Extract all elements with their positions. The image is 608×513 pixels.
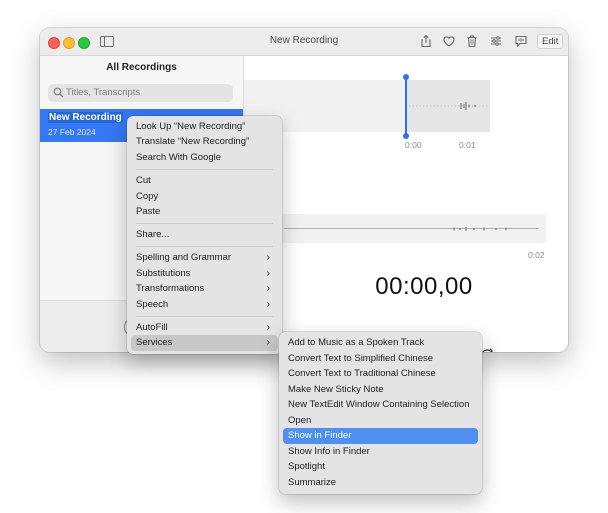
menu-item-label: Copy bbox=[136, 191, 159, 202]
share-icon[interactable] bbox=[419, 34, 433, 48]
menu-item-translate[interactable]: Translate “New Recording” bbox=[131, 134, 278, 150]
services-submenu: Add to Music as a Spoken Track Convert T… bbox=[279, 332, 482, 494]
recording-title[interactable]: New Recording bbox=[48, 112, 123, 123]
service-show-info-in-finder[interactable]: Show Info in Finder bbox=[283, 444, 478, 460]
menu-item-label: Cut bbox=[136, 175, 151, 186]
menu-separator bbox=[136, 316, 273, 317]
adjust-icon[interactable] bbox=[489, 34, 503, 48]
menu-item-label: Add to Music as a Spoken Track bbox=[288, 337, 425, 348]
menu-item-label: Translate “New Recording” bbox=[136, 136, 250, 147]
menu-item-label: Open bbox=[288, 415, 312, 426]
search-input[interactable] bbox=[66, 85, 226, 100]
menu-item-label: Convert Text to Simplified Chinese bbox=[288, 353, 434, 364]
menu-item-cut[interactable]: Cut bbox=[131, 173, 278, 189]
menu-item-autofill[interactable]: AutoFill › bbox=[131, 320, 278, 336]
sidebar-header: All Recordings bbox=[106, 62, 177, 73]
menu-item-label: New TextEdit Window Containing Selection bbox=[288, 399, 470, 410]
overview-end-time: 0:02 bbox=[528, 250, 545, 260]
zoom-button[interactable] bbox=[78, 37, 90, 49]
context-menu: Look Up “New Recording” Translate “New R… bbox=[127, 116, 282, 354]
service-open[interactable]: Open bbox=[283, 413, 478, 429]
menu-item-label: Summarize bbox=[288, 477, 337, 488]
overview-trace bbox=[453, 227, 507, 231]
chevron-right-icon: › bbox=[266, 322, 270, 333]
menu-item-label: Transformations bbox=[136, 283, 205, 294]
menu-item-substitutions[interactable]: Substitutions › bbox=[131, 266, 278, 282]
voice-memos-window: New Recording Edit All Recordings Titles… bbox=[40, 28, 568, 352]
timeline-tick: 0:00 bbox=[405, 140, 422, 150]
trash-icon[interactable] bbox=[465, 34, 479, 48]
waveform-trace bbox=[409, 102, 489, 110]
sidebar-toggle-icon[interactable] bbox=[100, 36, 114, 47]
menu-item-label: Convert Text to Traditional Chinese bbox=[288, 368, 436, 379]
service-new-textedit-window[interactable]: New TextEdit Window Containing Selection bbox=[283, 397, 478, 413]
menu-item-label: Search With Google bbox=[136, 152, 222, 163]
service-convert-traditional-chinese[interactable]: Convert Text to Traditional Chinese bbox=[283, 366, 478, 382]
recording-date: 27 Feb 2024 bbox=[48, 127, 96, 137]
service-spotlight[interactable]: Spotlight bbox=[283, 459, 478, 475]
menu-item-label: Paste bbox=[136, 206, 161, 217]
timeline-tick: 0:01 bbox=[459, 140, 476, 150]
menu-item-label: Share... bbox=[136, 229, 170, 240]
menu-item-share[interactable]: Share... bbox=[131, 227, 278, 243]
menu-item-label: Speech bbox=[136, 299, 169, 310]
transcript-icon[interactable] bbox=[514, 34, 528, 48]
chevron-right-icon: › bbox=[266, 252, 270, 263]
playhead-handle-top[interactable] bbox=[403, 74, 409, 80]
service-add-to-music[interactable]: Add to Music as a Spoken Track bbox=[283, 335, 478, 351]
menu-item-label: AutoFill bbox=[136, 322, 168, 333]
chevron-right-icon: › bbox=[266, 299, 270, 310]
service-make-new-sticky-note[interactable]: Make New Sticky Note bbox=[283, 382, 478, 398]
chevron-right-icon: › bbox=[266, 268, 270, 279]
chevron-right-icon: › bbox=[266, 283, 270, 294]
menu-item-copy[interactable]: Copy bbox=[131, 189, 278, 205]
overview-waveform[interactable] bbox=[274, 214, 546, 243]
menu-item-label: Spotlight bbox=[288, 461, 325, 472]
playhead[interactable] bbox=[405, 78, 407, 135]
chevron-right-icon: › bbox=[266, 337, 270, 348]
search-field[interactable] bbox=[48, 84, 233, 102]
skip-forward-icon[interactable]: 15 bbox=[480, 348, 496, 352]
menu-item-speech[interactable]: Speech › bbox=[131, 297, 278, 313]
menu-item-label: Make New Sticky Note bbox=[288, 384, 384, 395]
title-bar: New Recording Edit bbox=[40, 28, 568, 56]
menu-item-label: Look Up “New Recording” bbox=[136, 121, 246, 132]
menu-item-label: Substitutions bbox=[136, 268, 191, 279]
menu-item-search-with-google[interactable]: Search With Google bbox=[131, 150, 278, 166]
menu-separator bbox=[136, 246, 273, 247]
menu-item-label: Services bbox=[136, 337, 173, 348]
menu-item-label: Show Info in Finder bbox=[288, 446, 370, 457]
search-icon bbox=[53, 87, 64, 98]
elapsed-time: 00:00,00 bbox=[375, 273, 473, 300]
service-show-in-finder[interactable]: Show in Finder bbox=[283, 428, 478, 444]
heart-icon[interactable] bbox=[442, 34, 456, 48]
recording-detail: 0:00 0:01 0 0:02 00:00,00 15 15 bbox=[244, 56, 568, 352]
menu-item-services[interactable]: Services › bbox=[131, 335, 278, 351]
menu-item-label: Spelling and Grammar bbox=[136, 252, 232, 263]
menu-separator bbox=[136, 169, 273, 170]
menu-item-label: Show in Finder bbox=[288, 430, 352, 441]
minimize-button[interactable] bbox=[63, 37, 75, 49]
menu-item-spelling-and-grammar[interactable]: Spelling and Grammar › bbox=[131, 250, 278, 266]
menu-item-transformations[interactable]: Transformations › bbox=[131, 281, 278, 297]
playhead-handle-bottom[interactable] bbox=[403, 133, 409, 139]
close-button[interactable] bbox=[48, 37, 60, 49]
service-summarize[interactable]: Summarize bbox=[283, 475, 478, 491]
service-convert-simplified-chinese[interactable]: Convert Text to Simplified Chinese bbox=[283, 351, 478, 367]
menu-separator bbox=[136, 223, 273, 224]
menu-item-paste[interactable]: Paste bbox=[131, 204, 278, 220]
edit-button[interactable]: Edit bbox=[537, 34, 564, 49]
window-title: New Recording bbox=[269, 35, 339, 46]
menu-item-look-up[interactable]: Look Up “New Recording” bbox=[131, 119, 278, 135]
